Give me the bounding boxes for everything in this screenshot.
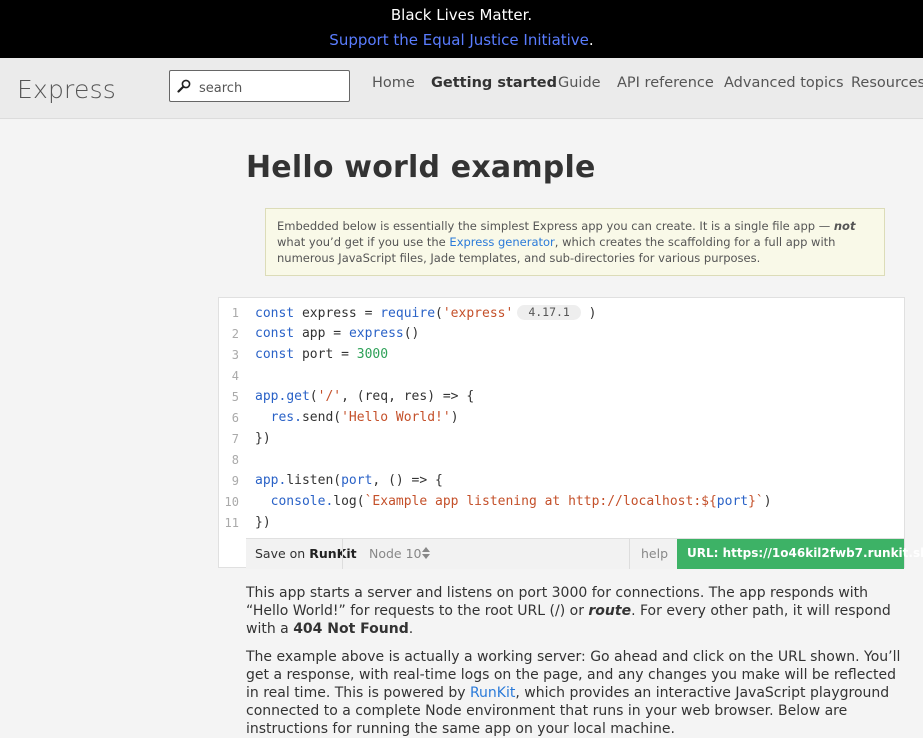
code-text: app = — [294, 326, 349, 341]
line-number: 1 — [231, 306, 239, 320]
intro-paragraph: This app starts a server and listens on … — [246, 584, 906, 638]
equal-justice-link[interactable]: Support the Equal Justice Initiative — [329, 31, 589, 49]
code-text: app. — [255, 389, 287, 404]
code-line-7[interactable]: }) — [255, 431, 271, 446]
code-keyword: const — [255, 326, 295, 341]
express-generator-link[interactable]: Express generator — [449, 235, 554, 249]
not-found-term: 404 Not Found — [293, 621, 409, 637]
line-number: 6 — [231, 411, 239, 425]
code-variable: port — [716, 494, 749, 509]
code-text: () — [403, 326, 420, 341]
code-string: `Example app listening at http://localho… — [364, 494, 717, 509]
runkit-paragraph: The example above is actually a working … — [246, 648, 906, 738]
code-text: ) — [450, 410, 459, 425]
note-text-1: Embedded below is essentially the simple… — [277, 219, 834, 233]
nav-resources[interactable]: Resources — [851, 75, 923, 91]
page-title: Hello world example — [246, 150, 596, 185]
code-line-11[interactable]: }) — [255, 515, 271, 530]
code-string: }` — [748, 494, 764, 509]
embed-toolbar: Save on RunKit Node 10 help URL: https:/… — [246, 538, 923, 569]
announcement-banner: Black Lives Matter. Support the Equal Ju… — [0, 0, 923, 58]
nav-api-reference[interactable]: API reference — [617, 75, 714, 91]
search-input[interactable] — [197, 77, 346, 99]
node-version-value: Node 10 — [369, 546, 422, 561]
code-text: ( — [333, 410, 342, 425]
line-number: 9 — [231, 474, 239, 488]
line-number: 4 — [231, 369, 239, 383]
line-number: 11 — [224, 516, 239, 530]
banner-link-suffix: . — [588, 31, 594, 49]
site-header: Express Home Getting started Guide API r… — [0, 58, 923, 119]
paragraph-text: . — [408, 621, 414, 637]
nav-advanced-topics[interactable]: Advanced topics — [724, 75, 844, 91]
save-label: Save on — [255, 546, 310, 561]
code-text: , () => { — [372, 473, 443, 488]
code-variable: port — [341, 473, 373, 488]
code-text: ) — [580, 306, 597, 321]
route-term: route — [588, 603, 632, 619]
code-text: ( — [356, 494, 365, 509]
code-text: express = — [294, 306, 381, 321]
code-line-9[interactable]: app.listen(port, () => { — [255, 473, 443, 488]
line-number: 2 — [231, 327, 239, 341]
runkit-link[interactable]: RunKit — [470, 685, 515, 701]
code-text: ( — [309, 389, 318, 404]
help-label: help — [641, 546, 669, 561]
nav-getting-started[interactable]: Getting started — [431, 75, 557, 91]
help-button[interactable]: help — [629, 539, 677, 569]
code-function: send — [301, 410, 334, 425]
code-string: 'express' — [442, 306, 514, 321]
code-text: , (req, res) => { — [341, 389, 475, 404]
code-line-5[interactable]: app.get('/', (req, res) => { — [255, 389, 474, 404]
search-icon — [177, 79, 191, 93]
paragraph-text: ) or — [559, 603, 589, 619]
nav-home[interactable]: Home — [372, 75, 415, 91]
code-string: '/' — [317, 389, 342, 404]
note-text-2: what you’d get if you use the — [277, 235, 450, 249]
code-function: require — [380, 306, 436, 321]
code-line-2[interactable]: const app = express() — [255, 326, 419, 341]
banner-message: Black Lives Matter. — [390, 6, 533, 24]
code-text: app. — [255, 473, 287, 488]
code-text: console. — [255, 494, 334, 509]
code-function: log — [333, 494, 357, 509]
code-keyword: const — [255, 306, 295, 321]
code-function: get — [286, 389, 310, 404]
code-text: res. — [255, 410, 302, 425]
code-line-10[interactable]: console.log(`Example app listening at ht… — [255, 494, 772, 509]
code-line-6[interactable]: res.send('Hello World!') — [255, 410, 459, 425]
code-line-1[interactable]: const express = require('express' 4.17.1 … — [255, 305, 597, 321]
code-function: express — [348, 326, 404, 341]
node-version-select[interactable]: Node 10 — [342, 539, 629, 569]
runkit-embed[interactable]: 1 2 3 4 5 6 7 8 9 10 11 const express = … — [218, 297, 923, 569]
line-number: 10 — [224, 495, 239, 509]
up-down-chevron-icon — [422, 547, 430, 559]
code-string: 'Hello World!' — [341, 410, 451, 425]
line-number-gutter: 1 2 3 4 5 6 7 8 9 10 11 — [219, 298, 246, 538]
code-text: ( — [435, 306, 443, 321]
banner-link-line: Support the Equal Justice Initiative. — [0, 30, 923, 50]
code-text: ) — [763, 494, 772, 509]
nav-guide[interactable]: Guide — [558, 75, 601, 91]
code-function: listen — [286, 473, 334, 488]
line-number: 5 — [231, 390, 239, 404]
intro-note: Embedded below is essentially the simple… — [265, 208, 885, 276]
code-text: ( — [333, 473, 342, 488]
runkit-url-button[interactable]: URL: https://1o46kil2fwb7.runkit.sh — [677, 539, 923, 569]
code-keyword: const — [255, 347, 295, 362]
note-emphasis: not — [833, 219, 856, 233]
package-version-badge[interactable]: 4.17.1 — [517, 305, 581, 320]
line-number: 7 — [231, 432, 239, 446]
express-logo[interactable]: Express — [17, 75, 116, 104]
search-box[interactable] — [169, 70, 350, 102]
code-line-3[interactable]: const port = 3000 — [255, 347, 388, 362]
code-number: 3000 — [356, 347, 389, 362]
code-text: port = — [294, 347, 357, 362]
runkit-url-label: URL: https://1o46kil2fwb7.runkit.sh — [687, 546, 923, 560]
line-number: 8 — [231, 453, 239, 467]
line-number: 3 — [231, 348, 239, 362]
